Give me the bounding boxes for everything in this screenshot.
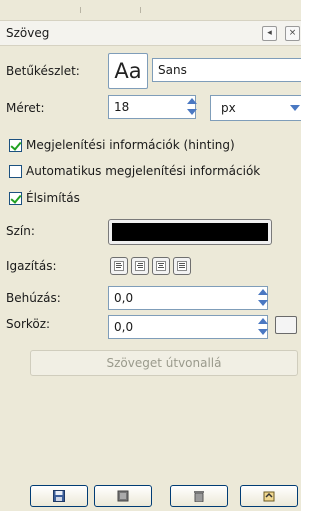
autohint-label: Automatikus megjelenítési információk (26, 164, 261, 178)
spin-up-icon[interactable] (258, 289, 268, 295)
chevron-down-icon (290, 105, 300, 111)
reset-options-button[interactable] (240, 485, 298, 507)
save-options-button[interactable] (30, 485, 88, 507)
top-strip (0, 0, 301, 20)
bottom-toolbar (0, 480, 301, 511)
font-name-input[interactable]: Sans (152, 58, 301, 82)
unit-value: px (221, 101, 236, 115)
restore-icon (117, 490, 129, 502)
tick-mark (80, 7, 81, 13)
save-icon (53, 490, 65, 502)
size-spinner[interactable] (186, 96, 198, 118)
icon-line (137, 265, 143, 266)
icon-line (116, 263, 121, 264)
delete-options-button[interactable] (170, 485, 228, 507)
align-right-icon (135, 261, 145, 271)
icon-line (138, 267, 143, 268)
icon-line (179, 267, 185, 268)
color-swatch (112, 223, 268, 241)
align-fill-icon (177, 261, 187, 271)
linespacing-input[interactable]: 0,0 (108, 315, 268, 339)
hinting-checkbox[interactable] (9, 139, 22, 152)
justify-center-button[interactable] (152, 257, 170, 275)
panel-header: Szöveg ◂ × (0, 20, 301, 46)
justify-fill-button[interactable] (173, 257, 191, 275)
spin-down-icon[interactable] (258, 300, 268, 306)
autohint-checkbox[interactable] (9, 165, 22, 178)
icon-line (116, 267, 121, 268)
restore-options-button[interactable] (94, 485, 152, 507)
spin-down-icon[interactable] (187, 109, 197, 115)
icon-line (179, 263, 185, 264)
linespacing-spinner[interactable] (257, 316, 269, 338)
linespacing-label: Sorköz: (6, 317, 51, 331)
font-preview-button[interactable]: Aa (108, 53, 148, 89)
icon-line (116, 265, 122, 266)
size-input[interactable]: 18 (108, 95, 196, 119)
justify-label: Igazítás: (6, 259, 57, 273)
justify-left-button[interactable] (110, 257, 128, 275)
panel-title: Szöveg (6, 26, 50, 40)
empty-area (30, 376, 296, 476)
text-to-path-button[interactable]: Szöveget útvonallá (30, 350, 298, 376)
indent-label: Behúzás: (6, 291, 61, 305)
tab-menu-icon[interactable]: ◂ (262, 26, 277, 41)
spin-up-icon[interactable] (258, 318, 268, 324)
antialias-checkbox[interactable] (9, 192, 22, 205)
icon-line (158, 267, 164, 268)
align-center-icon (156, 261, 166, 271)
hinting-label: Megjelenítési információk (hinting) (26, 138, 235, 152)
align-left-icon (114, 261, 124, 271)
color-button[interactable] (108, 219, 272, 245)
icon-line (138, 263, 143, 264)
text-tool-options-panel: Szöveg ◂ × Betűkészlet: Aa Sans Méret: 1… (0, 0, 301, 511)
icon-line (179, 265, 185, 266)
unit-select[interactable]: px (210, 95, 301, 121)
font-label: Betűkészlet: (6, 64, 80, 78)
spin-up-icon[interactable] (187, 98, 197, 104)
close-icon[interactable]: × (285, 26, 300, 41)
icon-line (158, 263, 164, 264)
delete-icon (194, 491, 204, 502)
indent-spinner[interactable] (257, 287, 269, 309)
justify-right-button[interactable] (131, 257, 149, 275)
antialias-label: Élsimítás (26, 191, 80, 205)
icon-line (159, 265, 163, 266)
indent-input[interactable]: 0,0 (108, 286, 268, 310)
link-chain-icon[interactable] (275, 316, 297, 334)
reset-icon (263, 491, 275, 502)
spin-down-icon[interactable] (258, 329, 268, 335)
color-label: Szín: (6, 224, 35, 238)
size-label: Méret: (6, 101, 45, 115)
tick-mark (140, 7, 141, 13)
